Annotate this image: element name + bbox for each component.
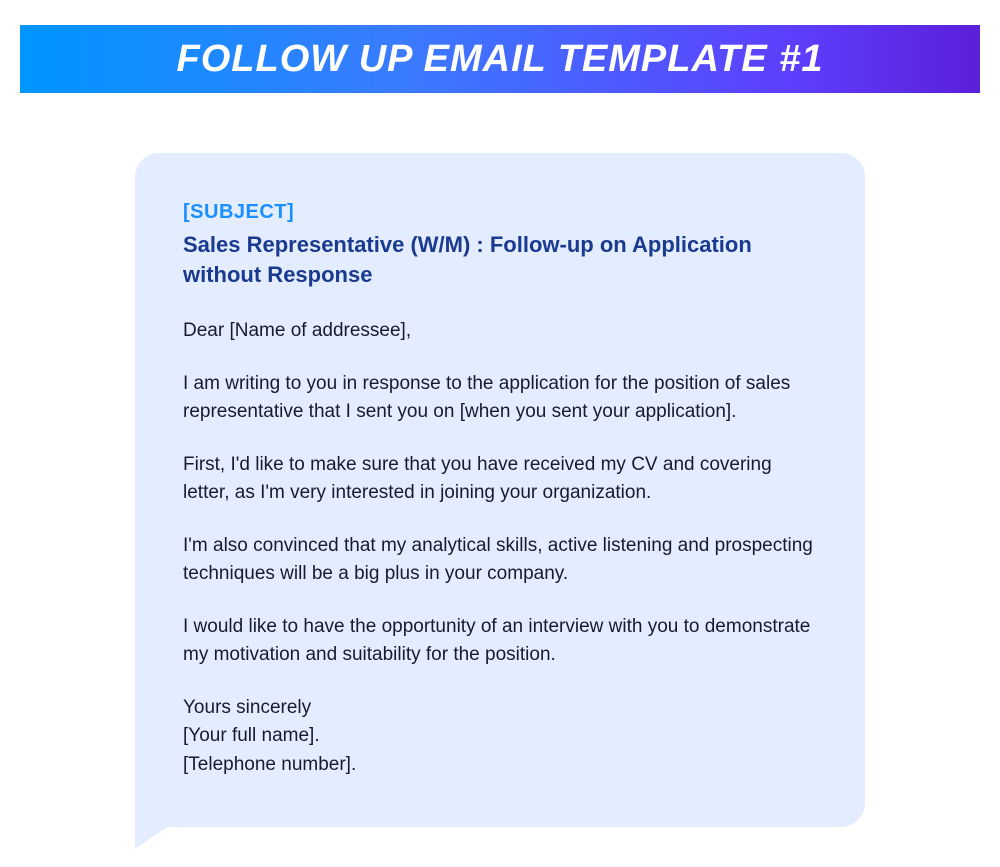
header-bar: FOLLOW UP EMAIL TEMPLATE #1 [20,25,980,93]
signature-phone: [Telephone number]. [183,751,817,780]
email-paragraph: I'm also convinced that my analytical sk… [183,532,817,589]
signature-block: Yours sincerely [Your full name]. [Telep… [183,694,817,780]
email-card-container: [SUBJECT] Sales Representative (W/M) : F… [135,153,865,827]
email-paragraph: I would like to have the opportunity of … [183,613,817,670]
subject-label: [SUBJECT] [183,201,817,224]
email-greeting: Dear [Name of addressee], [183,317,817,346]
email-paragraph: First, I'd like to make sure that you ha… [183,451,817,508]
email-paragraph: I am writing to you in response to the a… [183,370,817,427]
header-title: FOLLOW UP EMAIL TEMPLATE #1 [177,38,824,81]
email-closing: Yours sincerely [183,694,817,723]
subject-line: Sales Representative (W/M) : Follow-up o… [183,230,817,289]
email-body: Dear [Name of addressee], I am writing t… [183,317,817,779]
signature-name: [Your full name]. [183,722,817,751]
email-card: [SUBJECT] Sales Representative (W/M) : F… [135,153,865,827]
